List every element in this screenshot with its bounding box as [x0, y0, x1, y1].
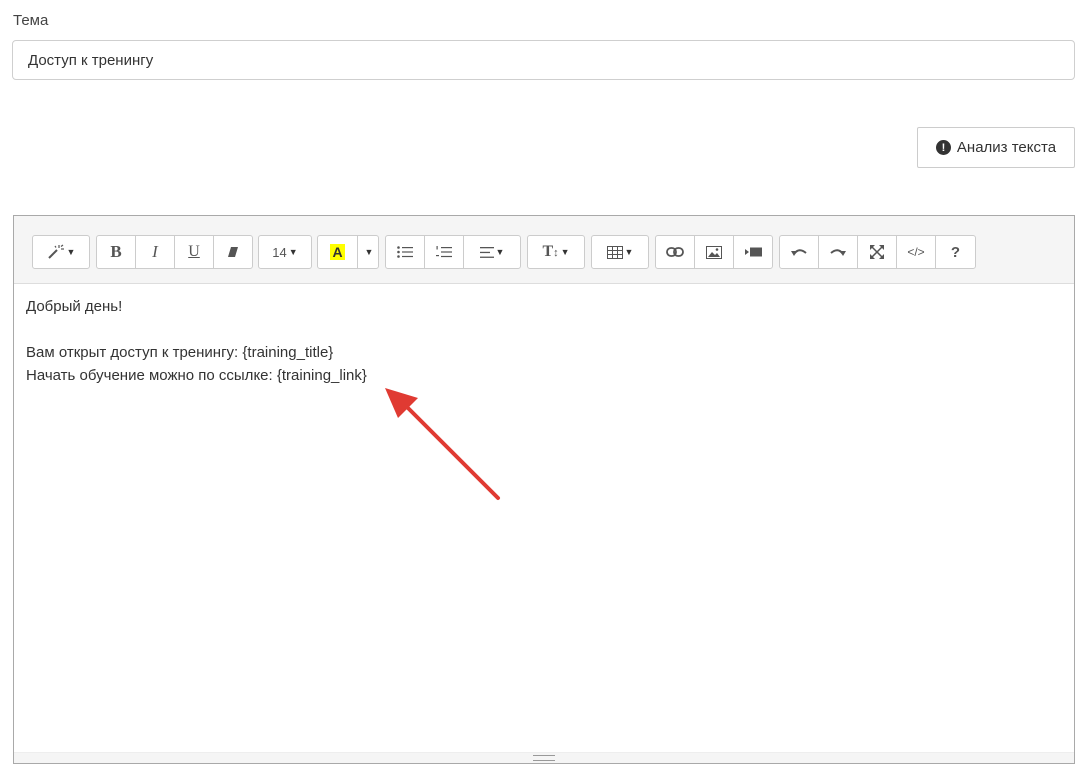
text-height-icon: T↕	[542, 243, 559, 260]
fullscreen-button[interactable]	[858, 236, 897, 268]
chevron-down-icon: ▼	[364, 247, 374, 257]
subject-input[interactable]	[12, 40, 1075, 80]
font-size-value: 14	[272, 244, 287, 260]
highlight-color-button[interactable]: A	[318, 236, 358, 268]
bullet-list-button[interactable]	[386, 236, 425, 268]
rich-text-editor: ▼ B I U 14 ▼ A ▼ ▼ T↕ ▼ ▼ </> ? Добрый д…	[13, 215, 1075, 764]
insert-video-button[interactable]	[734, 236, 772, 268]
editor-resize-handle[interactable]	[14, 752, 1074, 763]
editor-content[interactable]: Добрый день! Вам открыт доступ к тренинг…	[26, 295, 367, 387]
fullscreen-icon	[870, 245, 884, 259]
help-button[interactable]: ?	[936, 236, 975, 268]
insert-link-button[interactable]	[656, 236, 695, 268]
exclamation-circle-icon: !	[935, 140, 951, 155]
redo-icon	[830, 249, 846, 256]
highlight-color-dropdown[interactable]: ▼	[358, 236, 378, 268]
grip-icon	[533, 755, 555, 761]
analyze-text-label: Анализ текста	[956, 139, 1057, 156]
clear-format-button[interactable]	[214, 236, 252, 268]
body-line-empty	[26, 318, 367, 341]
eraser-icon	[228, 247, 238, 257]
style-dropdown[interactable]: ▼	[33, 236, 89, 268]
magic-wand-icon	[47, 244, 64, 259]
undo-button[interactable]	[780, 236, 819, 268]
code-view-button[interactable]: </>	[897, 236, 936, 268]
highlight-letter: A	[330, 244, 345, 260]
video-icon	[744, 247, 762, 257]
subject-label: Тема	[13, 12, 49, 29]
bullet-list-icon	[397, 246, 413, 258]
table-icon	[606, 245, 623, 259]
body-line-access: Вам открыт доступ к тренингу: {training_…	[26, 344, 334, 361]
table-dropdown[interactable]: ▼	[592, 236, 648, 268]
numbered-list-icon	[436, 246, 452, 258]
font-size-dropdown[interactable]: 14 ▼	[259, 236, 311, 268]
editor-toolbar: ▼ B I U 14 ▼ A ▼ ▼ T↕ ▼ ▼ </> ?	[14, 216, 1074, 284]
body-line-greeting: Добрый день!	[26, 298, 123, 315]
italic-button[interactable]: I	[136, 236, 175, 268]
insert-image-button[interactable]	[695, 236, 734, 268]
body-line-link: Начать обучение можно по ссылке: {traini…	[26, 367, 367, 384]
image-icon	[706, 245, 722, 259]
undo-icon	[791, 249, 807, 256]
text-size-dropdown[interactable]: T↕ ▼	[528, 236, 584, 268]
analyze-text-button[interactable]: ! Анализ текста	[917, 127, 1075, 168]
link-icon	[666, 247, 684, 257]
align-dropdown[interactable]: ▼	[464, 236, 520, 268]
align-left-icon	[479, 246, 494, 258]
underline-button[interactable]: U	[175, 236, 214, 268]
numbered-list-button[interactable]	[425, 236, 464, 268]
bold-button[interactable]: B	[97, 236, 136, 268]
redo-button[interactable]	[819, 236, 858, 268]
